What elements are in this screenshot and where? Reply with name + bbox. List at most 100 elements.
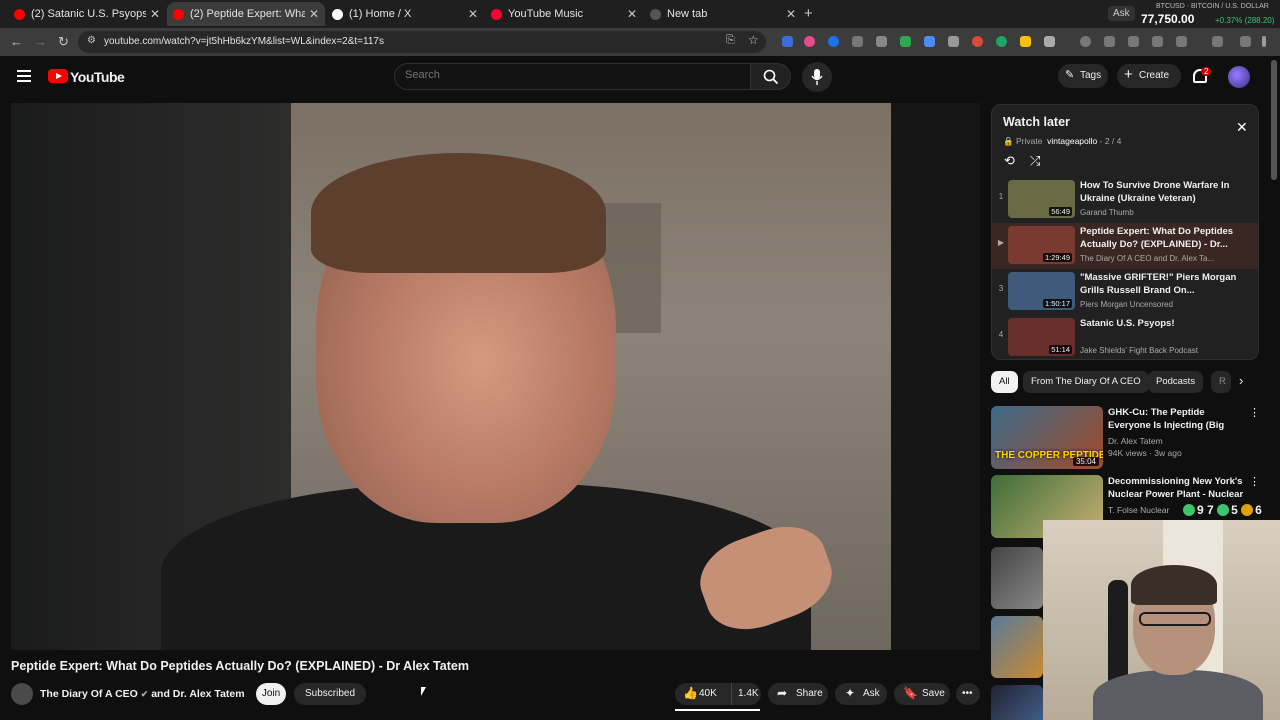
forward-icon[interactable]: → bbox=[34, 34, 47, 49]
playlist-item[interactable]: 1 56:49 How To Survive Drone Warfare In … bbox=[992, 177, 1258, 223]
more-actions-button[interactable]: ••• bbox=[956, 683, 980, 705]
close-tab-icon[interactable]: ✕ bbox=[150, 7, 160, 21]
collab-name[interactable]: and Dr. Alex Tatem bbox=[151, 688, 244, 700]
extension-icon[interactable] bbox=[1176, 36, 1187, 47]
more-vertical-icon[interactable]: ⋮ bbox=[1249, 406, 1260, 419]
chip-from-channel[interactable]: From The Diary Of A CEO bbox=[1023, 371, 1149, 393]
install-app-icon[interactable]: ⎘ bbox=[726, 34, 735, 47]
channel-names[interactable]: The Diary Of A CEO ✔ and Dr. Alex Tatem bbox=[40, 688, 245, 700]
browser-tab-2[interactable]: (1) Home / X ✕ bbox=[326, 2, 484, 26]
playlist-item-index: 3 bbox=[998, 284, 1004, 293]
playlist-item-title[interactable]: Satanic U.S. Psyops! bbox=[1080, 317, 1250, 330]
extension-icon[interactable] bbox=[1152, 36, 1163, 47]
share-button[interactable]: ➦ Share bbox=[768, 683, 828, 705]
account-avatar[interactable] bbox=[1228, 66, 1250, 88]
playlist-item-title[interactable]: "Massive GRIFTER!" Piers Morgan Grills R… bbox=[1080, 271, 1250, 297]
extension-icon[interactable] bbox=[782, 36, 793, 47]
playlist-item[interactable]: 4 51:14 Satanic U.S. Psyops! Jake Shield… bbox=[992, 315, 1258, 359]
playlist-item-current[interactable]: ▶ 1:29:49 Peptide Expert: What Do Peptid… bbox=[992, 223, 1258, 269]
shuffle-playlist-icon[interactable]: ⤮ bbox=[1030, 153, 1040, 169]
save-button[interactable]: 🔖 Save bbox=[894, 683, 950, 705]
channel-name[interactable]: The Diary Of A CEO bbox=[40, 688, 138, 700]
recommendation-thumbnail[interactable]: THE COPPER PEPTIDE 35:04 bbox=[991, 406, 1103, 469]
more-vertical-icon[interactable]: ⋮ bbox=[1249, 475, 1260, 488]
playlist-item-thumbnail[interactable]: 1:29:49 bbox=[1008, 226, 1075, 264]
tab-label: (2) Satanic U.S. Psyops! - YouTube bbox=[31, 8, 146, 20]
chevron-right-icon[interactable]: › bbox=[1239, 373, 1243, 388]
dislike-button[interactable]: 1.4K bbox=[731, 683, 761, 705]
recommendation-title[interactable]: GHK-Cu: The Peptide Everyone Is Injectin… bbox=[1108, 406, 1246, 432]
channel-avatar[interactable] bbox=[11, 683, 33, 705]
hamburger-menu-icon[interactable] bbox=[17, 70, 31, 82]
extension-icon[interactable] bbox=[876, 36, 887, 47]
recommendation-channel[interactable]: Dr. Alex Tatem bbox=[1108, 436, 1163, 446]
search-button[interactable] bbox=[751, 63, 791, 90]
playlist-owner[interactable]: vintageapollo bbox=[1047, 136, 1097, 146]
subscribed-button[interactable]: Subscribed bbox=[294, 683, 366, 705]
new-tab-button[interactable]: + bbox=[804, 5, 813, 22]
browser-tab-3[interactable]: YouTube Music ✕ bbox=[485, 2, 643, 26]
create-button[interactable]: + Create bbox=[1117, 64, 1181, 88]
video-player[interactable] bbox=[11, 103, 980, 650]
site-info-icon[interactable]: ⚙ bbox=[87, 35, 96, 46]
youtube-logo-icon[interactable] bbox=[48, 69, 68, 83]
voice-search-button[interactable] bbox=[802, 62, 832, 92]
extension-icon[interactable] bbox=[948, 36, 959, 47]
extension-icon[interactable] bbox=[804, 36, 815, 47]
search-box[interactable] bbox=[394, 63, 751, 90]
browser-tab-0[interactable]: (2) Satanic U.S. Psyops! - YouTube ✕ bbox=[8, 2, 166, 26]
browser-menu-icon[interactable] bbox=[1262, 36, 1266, 47]
ticker-ask-button[interactable]: Ask bbox=[1108, 6, 1135, 21]
extension-icon[interactable] bbox=[996, 36, 1007, 47]
recommendation-title[interactable]: Decommissioning New York's Nuclear Power… bbox=[1108, 475, 1246, 501]
ask-button[interactable]: ✦ Ask bbox=[835, 683, 887, 705]
history-icon[interactable] bbox=[1080, 36, 1091, 47]
browser-tab-4[interactable]: New tab ✕ bbox=[644, 2, 802, 26]
playlist-title[interactable]: Watch later bbox=[1003, 115, 1070, 129]
close-tab-icon[interactable]: ✕ bbox=[627, 7, 637, 21]
back-icon[interactable]: ← bbox=[10, 34, 23, 49]
extension-icon[interactable] bbox=[1104, 36, 1115, 47]
tags-button[interactable]: ✎ Tags bbox=[1058, 64, 1108, 88]
extension-icon[interactable] bbox=[828, 36, 839, 47]
extension-icon[interactable] bbox=[1240, 36, 1251, 47]
chip-partial[interactable]: R bbox=[1211, 371, 1231, 393]
playlist-item[interactable]: 3 1:50:17 "Massive GRIFTER!" Piers Morga… bbox=[992, 269, 1258, 315]
close-tab-icon[interactable]: ✕ bbox=[468, 7, 478, 21]
devtools-icon[interactable] bbox=[1128, 36, 1139, 47]
recommendation-thumbnail[interactable] bbox=[991, 616, 1043, 678]
chip-all[interactable]: All bbox=[991, 371, 1018, 393]
extension-icon[interactable] bbox=[924, 36, 935, 47]
extension-icon[interactable] bbox=[972, 36, 983, 47]
recommendation-item[interactable]: THE COPPER PEPTIDE 35:04 GHK-Cu: The Pep… bbox=[991, 406, 1261, 470]
youtube-logo-text[interactable]: YouTube bbox=[70, 69, 125, 85]
reload-icon[interactable]: ↻ bbox=[58, 34, 69, 50]
close-tab-icon[interactable]: ✕ bbox=[786, 7, 796, 21]
recommendation-thumbnail[interactable] bbox=[991, 547, 1043, 609]
bookmark-star-icon[interactable]: ☆ bbox=[748, 33, 759, 47]
download-icon[interactable] bbox=[1212, 36, 1223, 47]
browser-tab-1[interactable]: (2) Peptide Expert: What Do Peptides ✕ bbox=[167, 2, 325, 26]
comment-count: 1.4K bbox=[738, 688, 759, 699]
chip-podcasts[interactable]: Podcasts bbox=[1148, 371, 1204, 393]
extension-icon[interactable] bbox=[900, 36, 911, 47]
video-frame-shadow bbox=[891, 103, 980, 650]
extension-icon[interactable] bbox=[852, 36, 863, 47]
extensions-puzzle-icon[interactable] bbox=[1044, 36, 1055, 47]
search-input[interactable] bbox=[405, 69, 735, 81]
recommendation-channel[interactable]: T. Folse Nuclear bbox=[1108, 505, 1169, 515]
playlist-item-thumbnail[interactable]: 51:14 bbox=[1008, 318, 1075, 356]
join-button[interactable]: Join bbox=[256, 683, 286, 705]
playlist-item-title[interactable]: Peptide Expert: What Do Peptides Actuall… bbox=[1080, 225, 1250, 251]
url-field[interactable]: ⚙ youtube.com/watch?v=jt5hHb6kzYM&list=W… bbox=[78, 31, 766, 53]
playlist-item-title[interactable]: How To Survive Drone Warfare In Ukraine … bbox=[1080, 179, 1250, 205]
playlist-item-thumbnail[interactable]: 56:49 bbox=[1008, 180, 1075, 218]
page-scrollbar[interactable] bbox=[1271, 60, 1277, 180]
loop-playlist-icon[interactable]: ⟲ bbox=[1004, 153, 1015, 169]
playlist-item-thumbnail[interactable]: 1:50:17 bbox=[1008, 272, 1075, 310]
close-tab-icon[interactable]: ✕ bbox=[309, 7, 319, 21]
extension-icon[interactable] bbox=[1020, 36, 1031, 47]
recommendation-thumbnail[interactable] bbox=[991, 685, 1043, 720]
like-button[interactable]: 👍 40K bbox=[675, 683, 731, 705]
close-playlist-icon[interactable]: ✕ bbox=[1236, 119, 1248, 136]
